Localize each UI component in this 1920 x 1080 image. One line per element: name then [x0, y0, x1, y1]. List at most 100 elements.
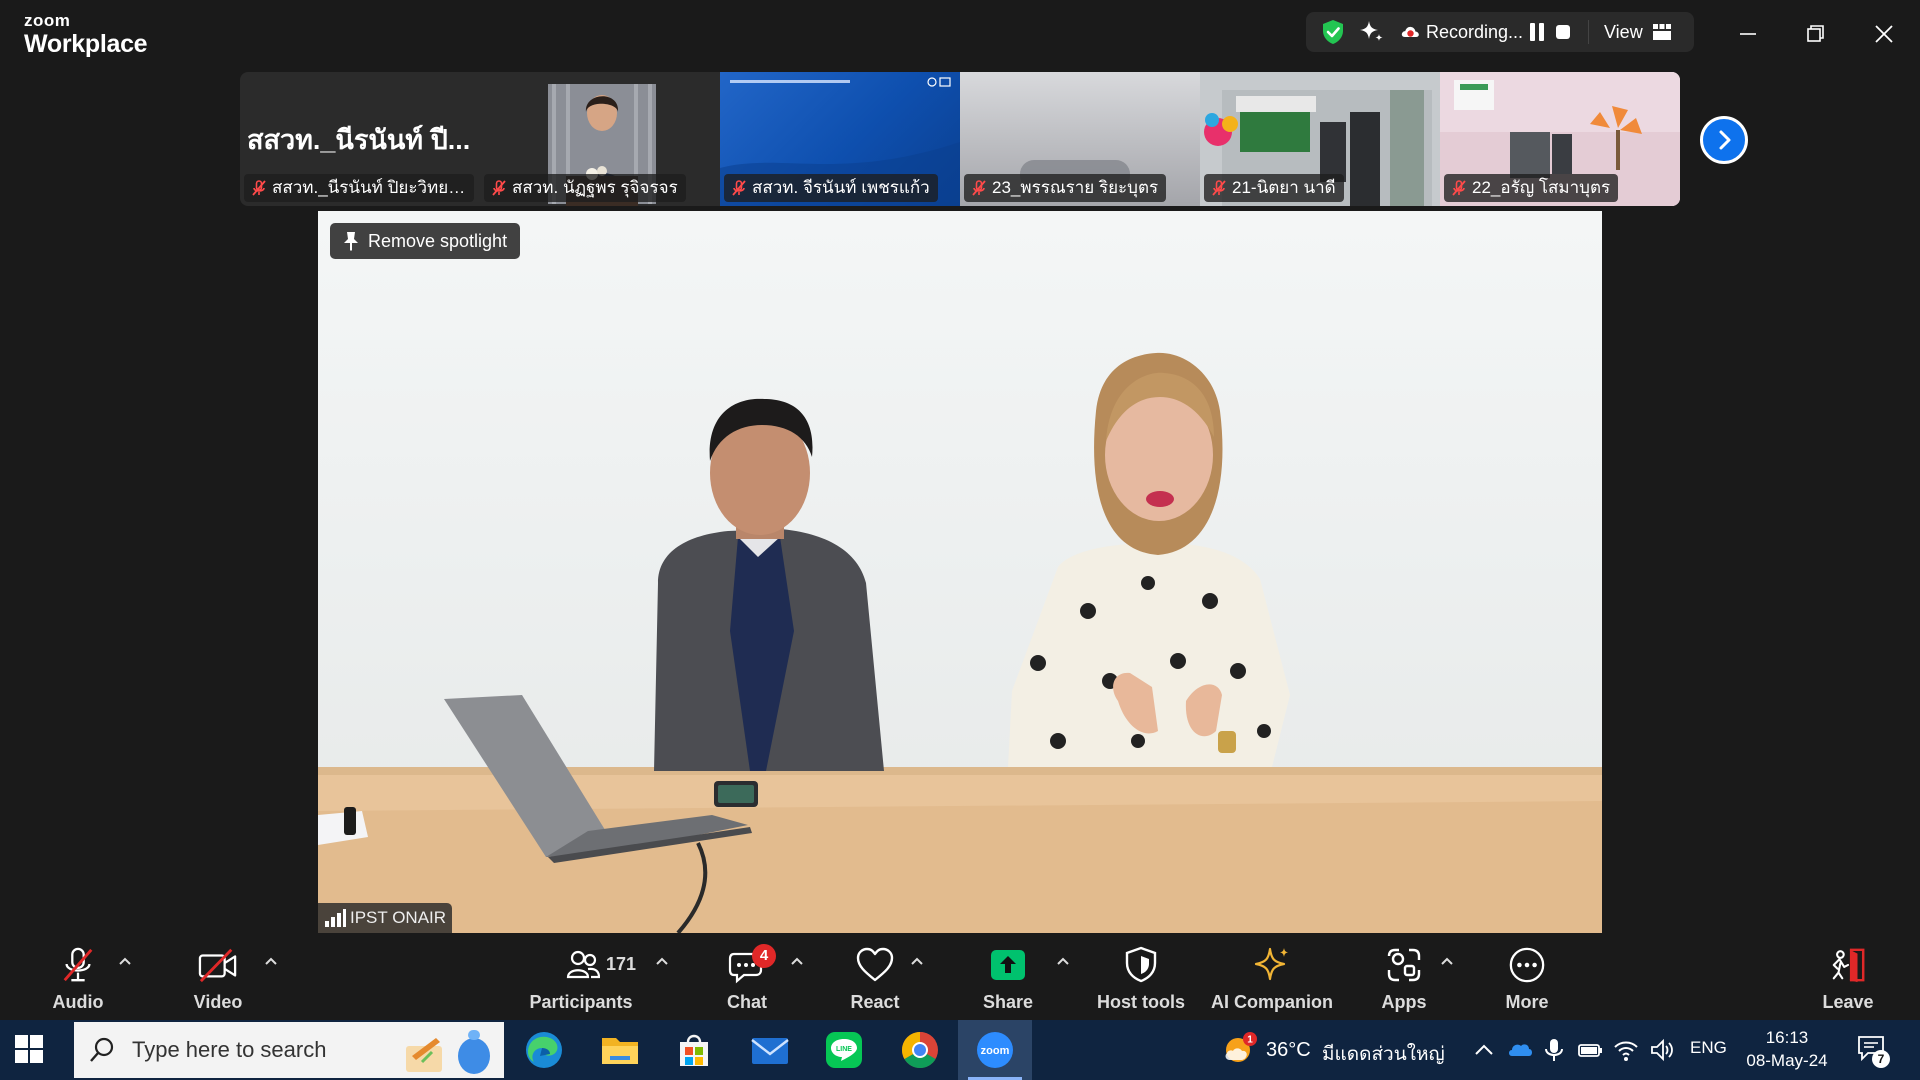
- encryption-shield-icon[interactable]: [1320, 19, 1346, 45]
- signal-strength-icon: [325, 909, 346, 927]
- leave-door-icon: [1832, 948, 1865, 983]
- view-menu-button[interactable]: View: [1604, 22, 1643, 42]
- zoom-title-bar: zoom Workplace Recording... View: [0, 0, 1920, 68]
- share-screen-button[interactable]: Share: [970, 934, 1046, 1020]
- video-off-camera-icon: [198, 948, 237, 983]
- weather-alert-badge: 1: [1247, 1035, 1253, 1046]
- participants-count: 171: [606, 954, 637, 974]
- participants-options-chevron-up-icon[interactable]: [655, 956, 669, 966]
- mail-icon[interactable]: [746, 1026, 794, 1074]
- search-highlight-illustration-icon: [406, 1030, 490, 1074]
- close-window-button[interactable]: [1864, 14, 1904, 54]
- participant-tile[interactable]: 21-นิตยา นาดี: [1200, 72, 1440, 206]
- host-tools-button[interactable]: Host tools: [1094, 934, 1188, 1020]
- audio-label: Audio: [52, 992, 104, 1012]
- heart-react-icon: [856, 947, 894, 982]
- next-page-button[interactable]: [1700, 116, 1748, 164]
- microphone-in-use-icon[interactable]: [1540, 1036, 1568, 1064]
- chat-button[interactable]: 4 Chat: [712, 934, 782, 1020]
- battery-icon[interactable]: [1576, 1036, 1604, 1064]
- video-participant-name: IPST ONAIR: [350, 908, 447, 927]
- edge-browser-icon[interactable]: [520, 1026, 568, 1074]
- zoom-taskbar-item[interactable]: zoom: [958, 1020, 1032, 1080]
- ai-companion-button[interactable]: AI Companion: [1208, 934, 1336, 1020]
- participants-label: Participants: [529, 992, 633, 1012]
- participant-name-text: 23_พรรณราย ริยะบุตร: [992, 178, 1159, 197]
- chat-label: Chat: [727, 992, 767, 1012]
- minimize-window-button[interactable]: [1728, 14, 1768, 54]
- file-explorer-icon[interactable]: [596, 1026, 644, 1074]
- react-button[interactable]: React: [838, 934, 912, 1020]
- participant-tile[interactable]: 23_พรรณราย ริยะบุตร: [960, 72, 1200, 206]
- apps-label: Apps: [1381, 992, 1427, 1012]
- spotlight-video[interactable]: Remove spotlight IPST ONAIR: [318, 211, 1602, 933]
- share-options-chevron-up-icon[interactable]: [1056, 956, 1070, 966]
- onedrive-cloud-icon[interactable]: [1506, 1036, 1534, 1064]
- volume-speaker-icon[interactable]: [1648, 1036, 1676, 1064]
- participant-name-label: 23_พรรณราย ริยะบุตร: [964, 174, 1167, 202]
- react-label: React: [850, 992, 900, 1012]
- host-tools-label: Host tools: [1097, 992, 1185, 1012]
- svg-text:LINE: LINE: [836, 1046, 852, 1053]
- logo-workplace-text: Workplace: [24, 30, 148, 58]
- line-messenger-icon[interactable]: LINE: [820, 1026, 868, 1074]
- show-hidden-icons-chevron-up-icon[interactable]: [1470, 1036, 1498, 1064]
- notification-center-button[interactable]: 7: [1856, 1034, 1892, 1068]
- status-divider: [1588, 20, 1589, 44]
- share-label: Share: [982, 992, 1034, 1012]
- weather-widget[interactable]: 1 36°C มีแดดส่วนใหญ่: [1220, 1030, 1445, 1070]
- ai-companion-label: AI Companion: [1211, 992, 1333, 1012]
- more-label: More: [1505, 992, 1549, 1012]
- windows-taskbar: Type here to search LINE zoom 1 36°C มีแ…: [0, 1020, 1920, 1080]
- chat-options-chevron-up-icon[interactable]: [790, 956, 804, 966]
- unread-chat-badge: 4: [752, 944, 776, 968]
- muted-mic-icon: [732, 180, 746, 196]
- participant-name-label: 21-นิตยา นาดี: [1204, 174, 1344, 202]
- audio-button[interactable]: Audio: [38, 934, 118, 1020]
- grid-view-icon[interactable]: [1652, 22, 1672, 42]
- participant-tile[interactable]: สสวท. นัฏฐพร รุจิจรจร: [480, 72, 720, 206]
- wifi-icon[interactable]: [1612, 1036, 1640, 1064]
- ai-companion-sparkle-icon: [1254, 947, 1288, 981]
- ai-sparkle-icon[interactable]: [1358, 19, 1384, 45]
- svg-text:zoom: zoom: [981, 1045, 1010, 1057]
- host-tools-shield-icon: [1125, 946, 1157, 983]
- participant-name-label: สสวท._นีรนันท์ ปิยะวิทยาธ...: [244, 174, 474, 202]
- participant-name-text: 22_อรัญ โสมาบุตร: [1472, 178, 1611, 197]
- taskbar-search-box[interactable]: Type here to search: [74, 1022, 504, 1078]
- share-screen-icon: [991, 950, 1025, 980]
- audio-options-chevron-up-icon[interactable]: [118, 956, 132, 966]
- participants-button[interactable]: 171 Participants: [528, 934, 637, 1020]
- pause-recording-button[interactable]: [1530, 23, 1544, 41]
- participant-name-text: สสวท._นีรนันท์ ปิยะวิทยาธ...: [272, 178, 474, 197]
- cloud-recording-icon: [1401, 26, 1419, 37]
- muted-mic-icon: [972, 180, 986, 196]
- leave-label: Leave: [1822, 992, 1874, 1012]
- taskbar-clock[interactable]: 16:13 08-May-24: [1742, 1026, 1832, 1072]
- leave-meeting-button[interactable]: Leave: [1814, 934, 1882, 1020]
- video-button[interactable]: Video: [178, 934, 258, 1020]
- participant-tile[interactable]: สสวท. จีรนันท์ เพชรแก้ว: [720, 72, 960, 206]
- participant-avatar-name: สสวท._นีรนันท์ ปี...: [247, 125, 471, 155]
- video-options-chevron-up-icon[interactable]: [264, 956, 278, 966]
- more-button[interactable]: More: [1492, 934, 1562, 1020]
- participant-tile[interactable]: 22_อรัญ โสมาบุตร: [1440, 72, 1680, 206]
- apps-grid-icon: [1387, 948, 1421, 982]
- restore-window-button[interactable]: [1796, 14, 1836, 54]
- participant-name-label: สสวท. นัฏฐพร รุจิจรจร: [484, 174, 686, 202]
- meeting-status-bar: Recording... View: [1306, 12, 1694, 52]
- windows-start-icon[interactable]: [14, 1034, 44, 1064]
- participant-name-label: สสวท. จีรนันท์ เพชรแก้ว: [724, 174, 938, 202]
- participant-name-text: สสวท. นัฏฐพร รุจิจรจร: [512, 178, 678, 197]
- more-options-icon: [1509, 947, 1545, 983]
- apps-button[interactable]: Apps: [1366, 934, 1442, 1020]
- microsoft-store-icon[interactable]: [670, 1026, 718, 1074]
- apps-options-chevron-up-icon[interactable]: [1440, 956, 1454, 966]
- react-options-chevron-up-icon[interactable]: [910, 956, 924, 966]
- stop-recording-button[interactable]: [1556, 25, 1570, 39]
- participant-tile[interactable]: สสวท._นีรนันท์ ปี... สสวท._นีรนันท์ ปิยะ…: [240, 72, 480, 206]
- zoom-app-icon: zoom: [977, 1032, 1013, 1068]
- input-language-indicator[interactable]: ENG: [1690, 1038, 1727, 1058]
- chrome-browser-icon[interactable]: [896, 1026, 944, 1074]
- remove-spotlight-button[interactable]: Remove spotlight: [330, 223, 521, 259]
